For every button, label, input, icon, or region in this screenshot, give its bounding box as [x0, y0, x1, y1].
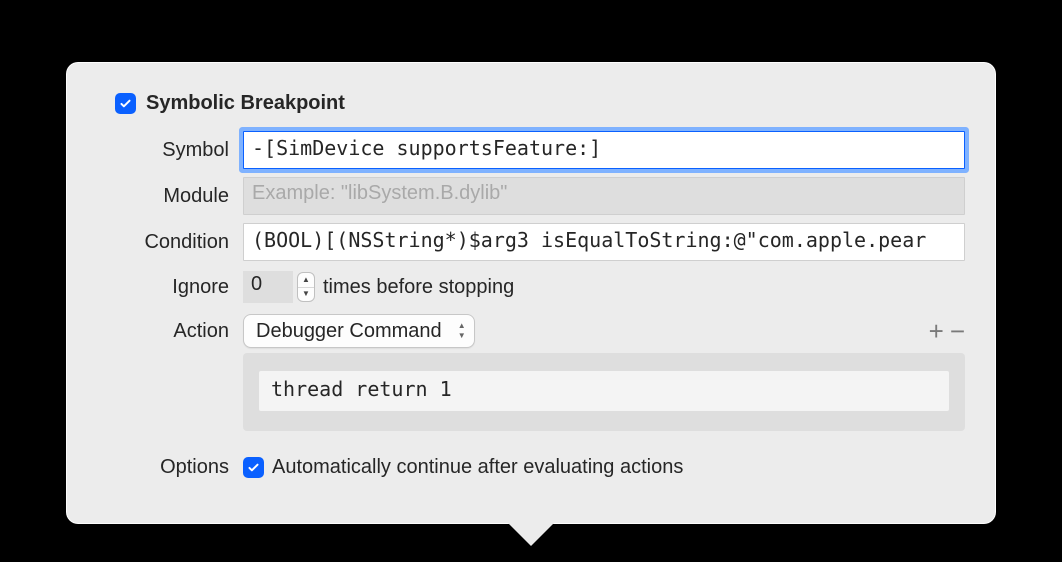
add-action-button[interactable]: + — [929, 318, 944, 344]
chevron-updown-icon: ▲▼ — [458, 322, 466, 340]
debugger-command-area: thread return 1 — [243, 353, 965, 431]
action-add-remove: + − — [929, 318, 965, 344]
stepper-up-icon: ▲ — [298, 273, 314, 288]
module-input[interactable]: Example: "libSystem.B.dylib" — [243, 177, 965, 215]
panel-title: Symbolic Breakpoint — [146, 92, 345, 115]
enabled-checkbox[interactable] — [115, 93, 136, 114]
ignore-value-input[interactable]: 0 — [243, 271, 293, 303]
module-row: Module Example: "libSystem.B.dylib" — [97, 177, 965, 215]
remove-action-button[interactable]: − — [950, 318, 965, 344]
symbol-label: Symbol — [97, 139, 243, 162]
action-label: Action — [97, 320, 243, 343]
action-row: Action Debugger Command ▲▼ + − — [97, 313, 965, 349]
action-popup[interactable]: Debugger Command ▲▼ — [243, 314, 475, 348]
ignore-suffix: times before stopping — [323, 276, 514, 299]
symbol-row: Symbol -[SimDevice supportsFeature:] — [97, 131, 965, 169]
stepper-down-icon: ▼ — [298, 288, 314, 302]
auto-continue-label: Automatically continue after evaluating … — [272, 456, 683, 479]
header-row: Symbolic Breakpoint — [115, 85, 965, 121]
options-label: Options — [97, 456, 243, 479]
action-selected-value: Debugger Command — [256, 320, 442, 343]
popover-arrow-icon — [507, 522, 555, 546]
debugger-command-input[interactable]: thread return 1 — [259, 371, 949, 411]
condition-row: Condition (BOOL)[(NSString*)$arg3 isEqua… — [97, 223, 965, 261]
symbol-input[interactable]: -[SimDevice supportsFeature:] — [243, 131, 965, 169]
ignore-stepper-buttons[interactable]: ▲ ▼ — [297, 272, 315, 302]
check-icon — [119, 97, 132, 110]
check-icon — [247, 461, 260, 474]
ignore-label: Ignore — [97, 276, 243, 299]
condition-label: Condition — [97, 231, 243, 254]
options-row: Options Automatically continue after eva… — [97, 449, 965, 485]
auto-continue-checkbox[interactable] — [243, 457, 264, 478]
ignore-stepper: 0 ▲ ▼ — [243, 271, 315, 303]
condition-input[interactable]: (BOOL)[(NSString*)$arg3 isEqualToString:… — [243, 223, 965, 261]
module-label: Module — [97, 185, 243, 208]
breakpoint-popover: Symbolic Breakpoint Symbol -[SimDevice s… — [66, 62, 996, 524]
ignore-row: Ignore 0 ▲ ▼ times before stopping — [97, 269, 965, 305]
